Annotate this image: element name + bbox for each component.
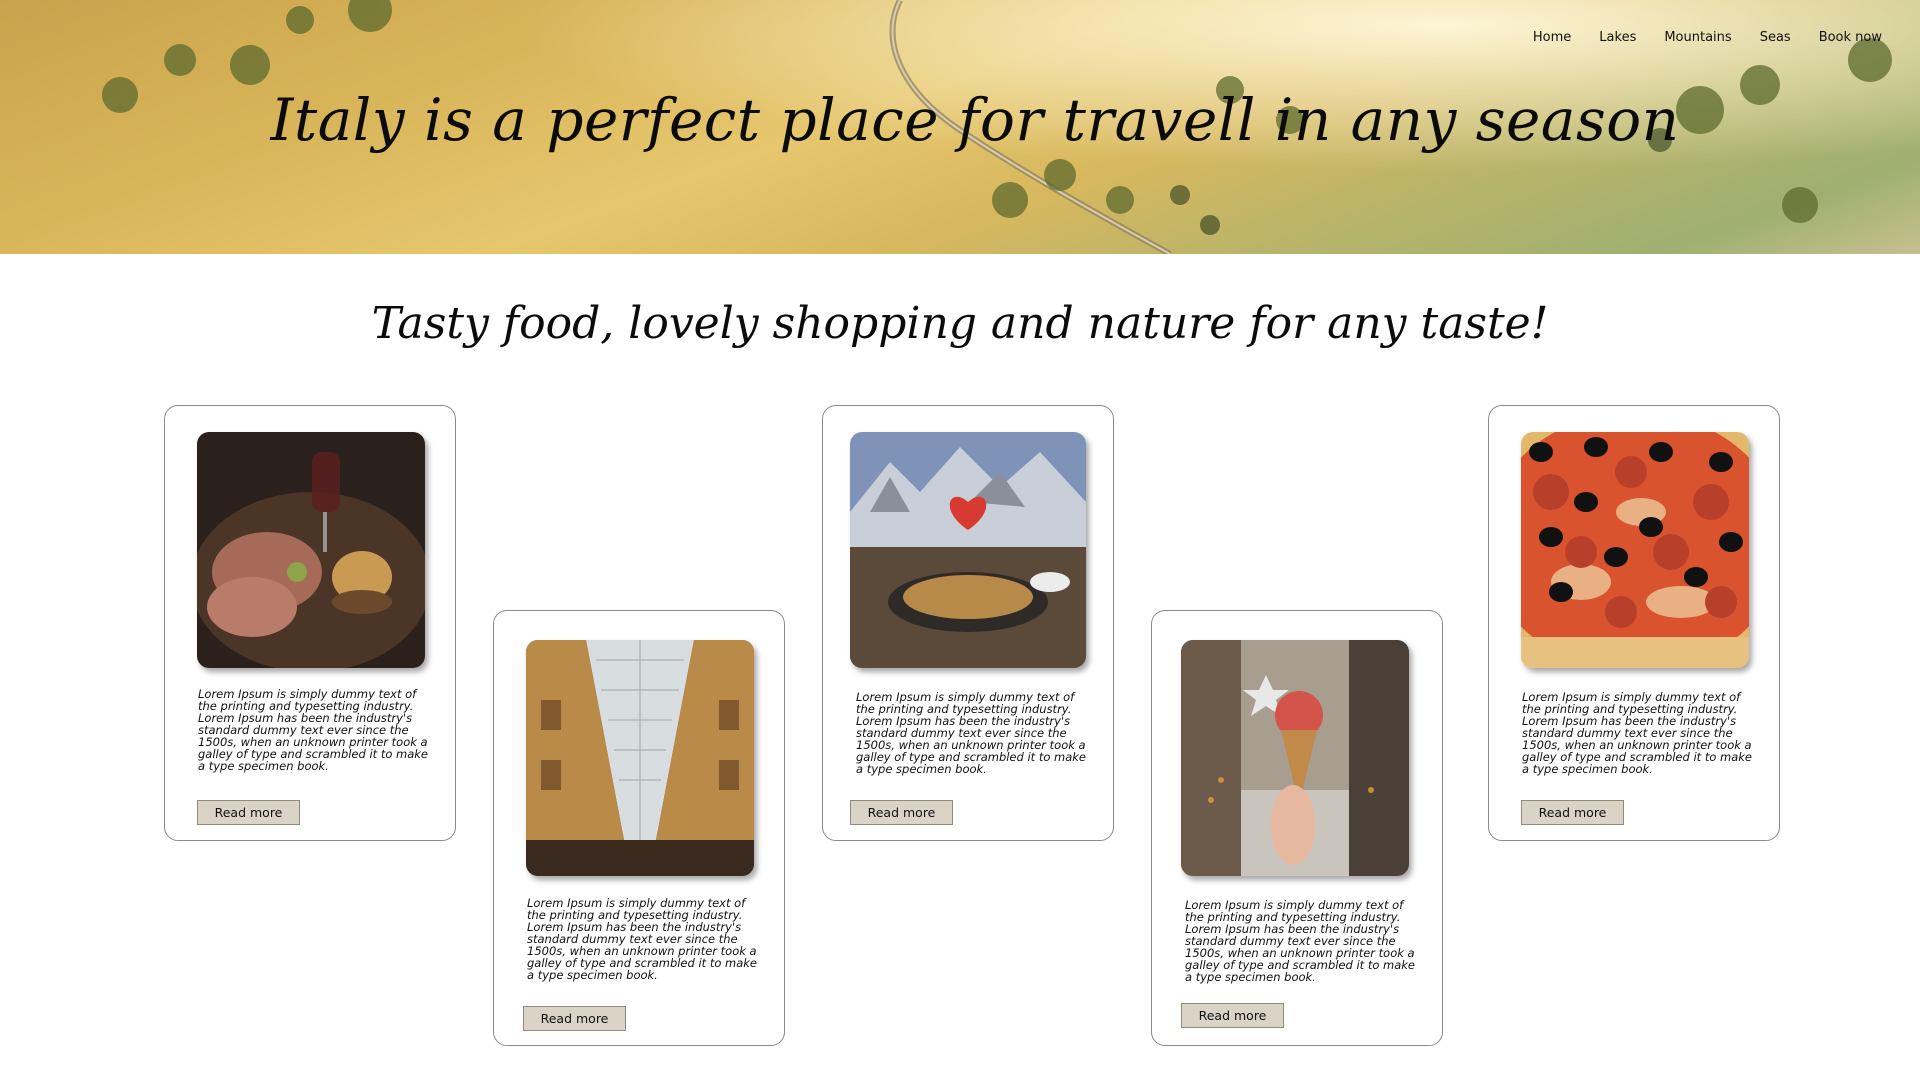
read-more-button[interactable]: Read more bbox=[523, 1006, 626, 1031]
main-nav: Home Lakes Mountains Seas Book now bbox=[1505, 30, 1882, 45]
card-text: Lorem Ipsum is simply dummy text of the … bbox=[1185, 898, 1416, 984]
card-pizza: Lorem Ipsum is simply dummy text of the … bbox=[1488, 405, 1780, 841]
pizza-photo bbox=[1521, 432, 1749, 668]
read-more-button[interactable]: Read more bbox=[1521, 800, 1624, 825]
nav-seas[interactable]: Seas bbox=[1760, 30, 1791, 45]
card-gallery: Lorem Ipsum is simply dummy text of the … bbox=[493, 610, 785, 1046]
nav-book-now[interactable]: Book now bbox=[1819, 30, 1882, 45]
card-text: Lorem Ipsum is simply dummy text of the … bbox=[527, 896, 758, 982]
card-text: Lorem Ipsum is simply dummy text of the … bbox=[198, 687, 429, 773]
card-gelato: Lorem Ipsum is simply dummy text of the … bbox=[1151, 610, 1443, 1046]
hero-banner: Home Lakes Mountains Seas Book now Italy… bbox=[0, 0, 1920, 254]
charcuterie-photo bbox=[197, 432, 425, 668]
read-more-button[interactable]: Read more bbox=[197, 800, 300, 825]
card-text: Lorem Ipsum is simply dummy text of the … bbox=[856, 690, 1087, 776]
nav-lakes[interactable]: Lakes bbox=[1599, 30, 1636, 45]
read-more-button[interactable]: Read more bbox=[1181, 1003, 1284, 1028]
nav-home[interactable]: Home bbox=[1533, 30, 1571, 45]
hero-title: Italy is a perfect place for travell in … bbox=[270, 86, 1680, 154]
mountain-dish-photo bbox=[850, 432, 1086, 668]
gelato-street-photo bbox=[1181, 640, 1409, 876]
nav-mountains[interactable]: Mountains bbox=[1664, 30, 1731, 45]
card-mountain-dish: Lorem Ipsum is simply dummy text of the … bbox=[822, 405, 1114, 841]
card-charcuterie: Lorem Ipsum is simply dummy text of the … bbox=[164, 405, 456, 841]
gallery-photo bbox=[526, 640, 754, 876]
section-subtitle: Tasty food, lovely shopping and nature f… bbox=[371, 298, 1549, 349]
card-text: Lorem Ipsum is simply dummy text of the … bbox=[1522, 690, 1753, 776]
read-more-button[interactable]: Read more bbox=[850, 800, 953, 825]
